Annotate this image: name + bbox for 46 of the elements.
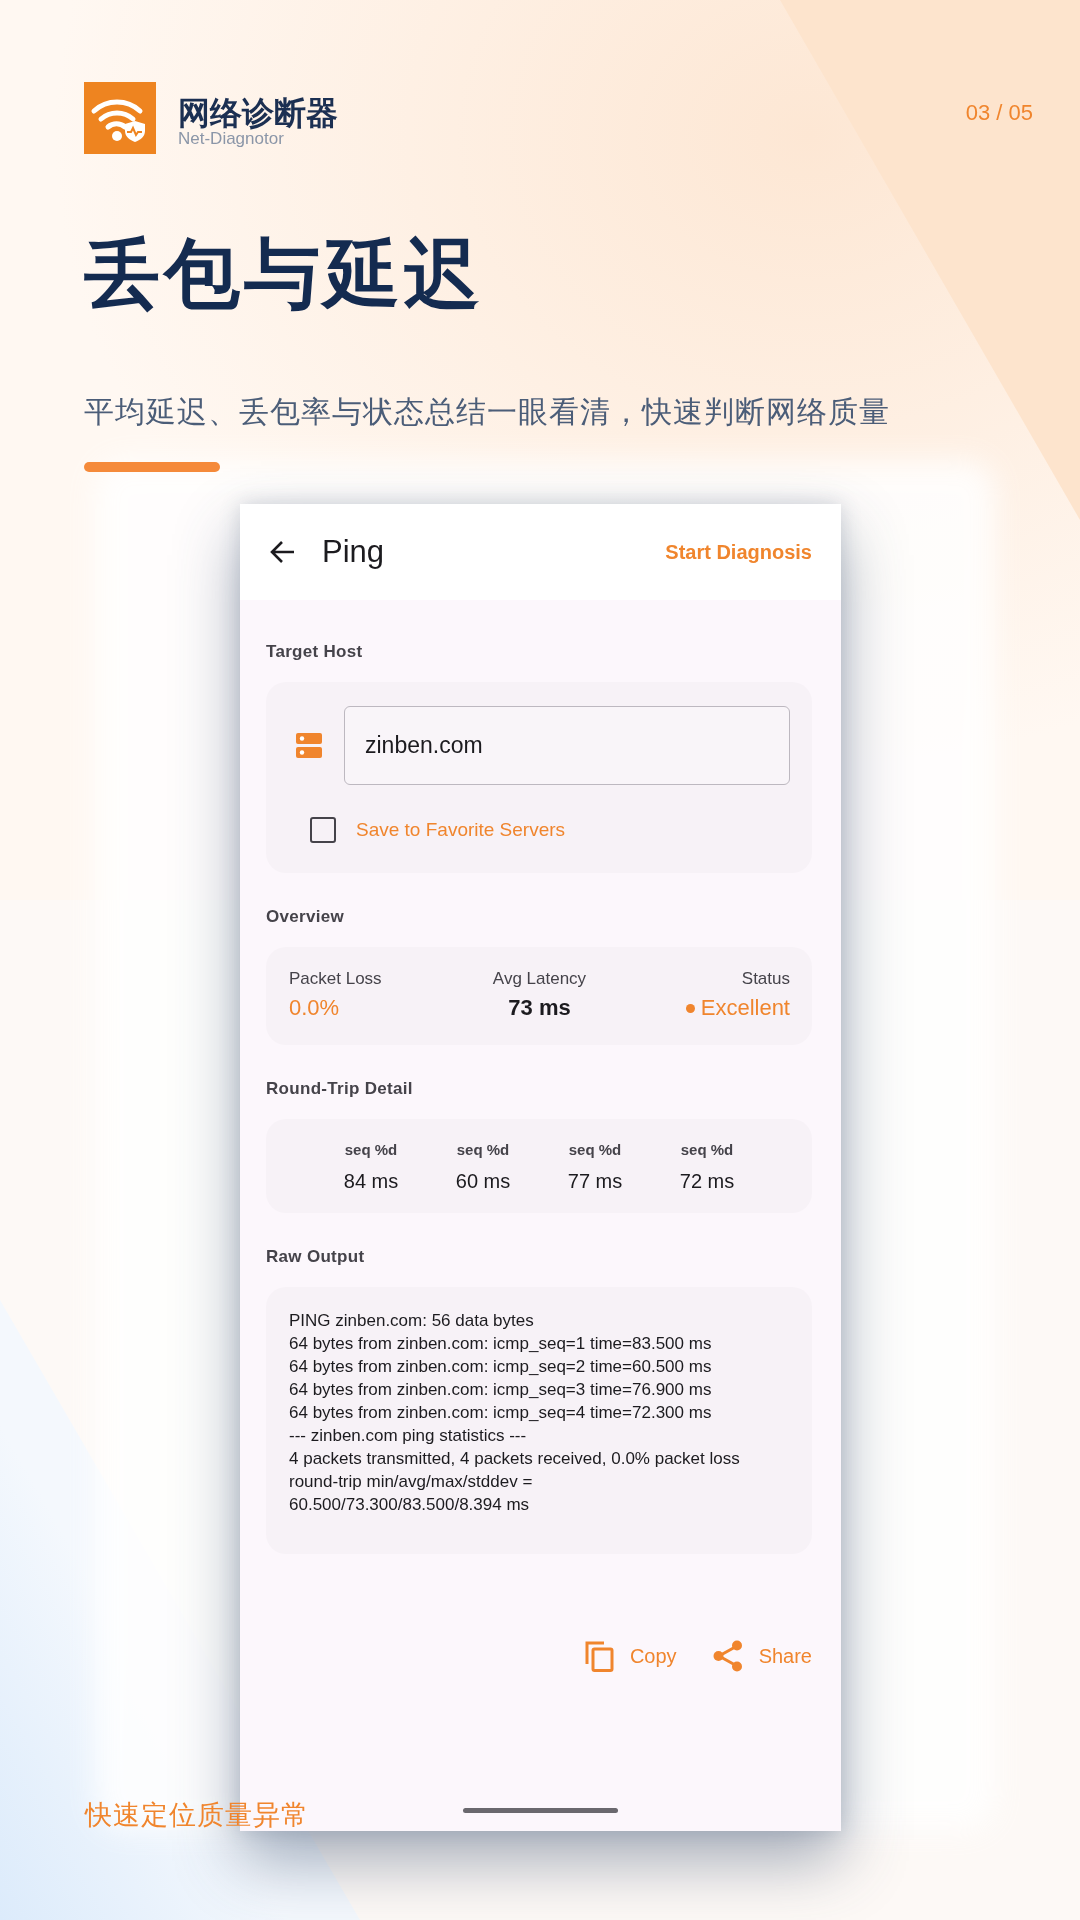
server-icon (296, 732, 322, 759)
output-line: --- zinben.com ping statistics --- (289, 1425, 528, 1447)
checkbox-label[interactable]: Save to Favorite Servers (356, 819, 566, 841)
status-dot-icon (685, 1003, 695, 1013)
section-label: Raw Output (266, 1247, 366, 1267)
host-input-field[interactable]: zinben.com (344, 706, 790, 785)
output-line: 64 bytes from zinben.com: icmp_seq=2 time=60.500 ms (289, 1356, 713, 1378)
description: 平均延迟、丢包率与状态总结一眼看清，快速判断网络质量 (84, 394, 891, 430)
output-line: PING zinben.com: 56 data bytes (289, 1310, 535, 1332)
copy-button[interactable]: Copy (583, 1634, 677, 1678)
metric-label: Status (741, 969, 790, 989)
output-line: 4 packets transmitted, 4 packets received, 0.0% packet loss (289, 1448, 741, 1470)
output-line: 60.500/73.300/83.500/8.394 ms (289, 1494, 531, 1516)
headline: 丢包与延迟 (84, 230, 485, 318)
status-value: Excellent (700, 995, 790, 1021)
sequence-label: seq %d (568, 1141, 622, 1158)
latency-value: 84 ms (343, 1170, 399, 1193)
metric-label: Avg Latency (492, 969, 587, 989)
copy-icon (583, 1640, 614, 1672)
latency-value: 72 ms (679, 1170, 735, 1193)
latency-value: 77 ms (567, 1170, 623, 1193)
output-line: 64 bytes from zinben.com: icmp_seq=1 time=83.500 ms (289, 1333, 713, 1355)
sequence-label: seq %d (456, 1141, 510, 1158)
metric-label: Packet Loss (289, 969, 382, 989)
sequence-label: seq %d (344, 1141, 398, 1158)
share-icon (712, 1640, 743, 1672)
footer-caption: 快速定位质量异常 (85, 1799, 309, 1832)
output-line: 64 bytes from zinben.com: icmp_seq=4 time=72.300 ms (289, 1402, 713, 1424)
back-arrow-icon[interactable] (270, 540, 296, 564)
app-subtitle: Net-Diagnotor (178, 130, 285, 148)
wifi-shield-logo-icon (84, 82, 156, 154)
section-label: Overview (266, 907, 345, 927)
output-line: round-trip min/avg/max/stddev = (289, 1471, 534, 1493)
start-diagnosis-button[interactable]: Start Diagnosis (665, 536, 812, 568)
section-label: Round-Trip Detail (266, 1079, 414, 1099)
output-line: 64 bytes from zinben.com: icmp_seq=3 time=76.900 ms (289, 1379, 713, 1401)
checkbox[interactable] (310, 817, 336, 843)
screen-title: Ping (322, 534, 385, 570)
metric-value: 0.0% (289, 995, 340, 1021)
share-button[interactable]: Share (712, 1634, 812, 1678)
section-label: Target Host (266, 642, 364, 662)
page-indicator: 03 / 05 (965, 100, 1033, 126)
app-name: 网络诊断器 (178, 96, 338, 130)
latency-value: 60 ms (455, 1170, 511, 1193)
sequence-label: seq %d (680, 1141, 734, 1158)
metric-value: 73 ms (508, 995, 571, 1021)
